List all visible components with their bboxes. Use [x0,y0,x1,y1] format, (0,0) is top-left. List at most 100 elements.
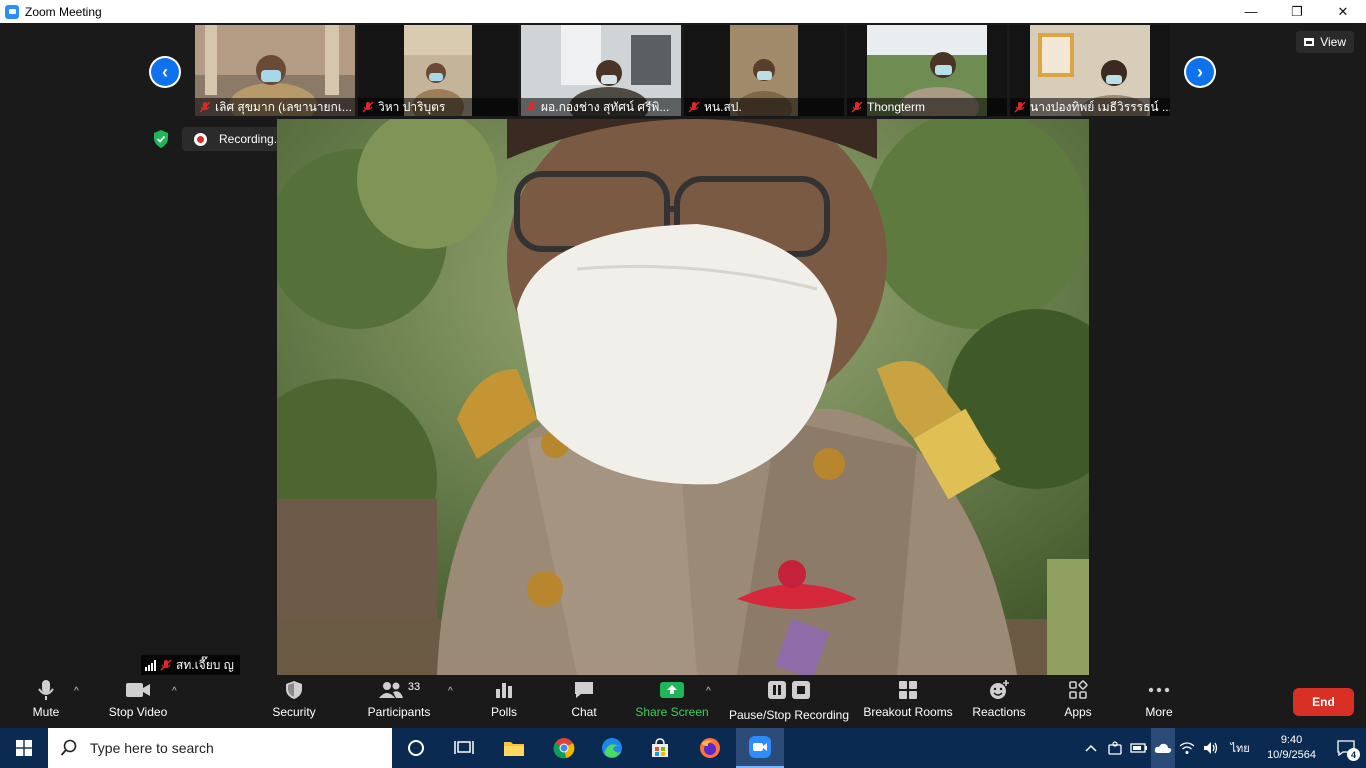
pause-icon [768,681,786,699]
task-view-icon [454,741,474,754]
end-meeting-button[interactable]: End [1293,688,1354,716]
restore-button[interactable]: ❐ [1274,0,1320,23]
pause-stop-recording-button[interactable]: Pause/Stop Recording [728,675,850,728]
task-view-button[interactable] [440,728,488,768]
audio-options-caret-icon[interactable]: ^ [74,686,79,697]
share-screen-icon [660,682,684,698]
next-page-button[interactable]: › [1184,56,1216,88]
chevron-left-icon: ‹ [151,58,179,86]
view-button[interactable]: View [1296,31,1354,53]
chat-label: Chat [571,705,597,719]
title-bar: Zoom Meeting — ❐ ✕ [0,0,1366,23]
mic-muted-icon [362,101,374,113]
battery-icon[interactable] [1127,728,1151,768]
more-dots-icon [1148,687,1170,693]
previous-page-button[interactable]: ‹ [149,56,181,88]
encryption-shield-icon[interactable] [152,129,170,149]
meeting-toolbar: Mute ^ Stop Video ^ Security 33 Particip… [0,675,1366,728]
share-screen-label: Share Screen [635,705,709,719]
breakout-rooms-icon [899,681,917,699]
participant-thumbnail[interactable]: วิหา ปาริบุตร [358,25,518,116]
participants-options-caret-icon[interactable]: ^ [448,686,453,697]
reactions-button[interactable]: Reactions [970,675,1028,728]
window-title: Zoom Meeting [25,4,102,19]
connection-signal-icon [145,659,156,671]
apps-button[interactable]: Apps [1058,675,1098,728]
meet-now-icon[interactable] [1103,728,1127,768]
breakout-rooms-button[interactable]: Breakout Rooms [862,675,954,728]
show-hidden-icons-chevron-icon[interactable] [1079,728,1103,768]
participants-button[interactable]: 33 Participants [364,675,434,728]
mute-button[interactable]: Mute [20,675,72,728]
polls-label: Polls [490,705,517,719]
security-button[interactable]: Security [266,675,322,728]
mic-muted-icon [688,101,700,113]
polls-button[interactable]: Polls [484,675,524,728]
security-label: Security [272,705,316,719]
apps-label: Apps [1064,705,1092,719]
participant-thumbnail[interactable]: นางปองทิพย์ เมธีวิรรรธน์ ... [1010,25,1170,116]
folder-icon [504,742,524,756]
taskbar-clock[interactable]: 9:40 10/9/2564 [1267,733,1316,763]
active-speaker-video [277,119,1089,675]
chat-button[interactable]: Chat [564,675,604,728]
stop-video-button[interactable]: Stop Video [104,675,172,728]
window-controls: — ❐ ✕ [1228,0,1366,23]
reactions-label: Reactions [972,705,1026,719]
zoom-app-icon [5,4,19,19]
mute-label: Mute [32,705,60,719]
share-screen-button[interactable]: Share Screen [635,675,709,728]
store-button[interactable] [636,728,684,768]
polls-icon [496,683,512,698]
zoom-icon [749,736,771,758]
close-button[interactable]: ✕ [1320,0,1366,23]
chrome-button[interactable] [540,728,588,768]
taskbar-search-box[interactable]: Type here to search [48,728,392,768]
participant-thumbnail[interactable]: Thongterm [847,25,1007,116]
participant-name: Thongterm [847,98,1007,116]
firefox-icon [700,738,720,758]
participant-name: เลิศ สุขมาก (เลขานายกเ... [195,98,355,116]
stop-icon [792,681,810,699]
mic-muted-icon [160,659,172,671]
minimize-button[interactable]: — [1228,0,1274,23]
video-options-caret-icon[interactable]: ^ [172,686,177,697]
edge-button[interactable] [588,728,636,768]
chrome-icon [553,738,575,759]
pause-recording-label: Pause/Stop Recording [728,708,850,722]
participant-thumbnail[interactable]: ผอ.กองช่าง สุทัศน์ ศรีพิ... [521,25,681,116]
more-button[interactable]: More [1138,675,1180,728]
volume-icon[interactable] [1199,728,1223,768]
apps-icon [1069,680,1088,699]
participants-icon [378,682,403,698]
participants-label: Participants [367,705,431,719]
file-explorer-button[interactable] [490,728,538,768]
input-language[interactable]: ไทย [1223,728,1257,768]
speaker-name: สท.เจี๊ยบ ญ [176,657,234,672]
firefox-button[interactable] [686,728,734,768]
participant-name: ผอ.กองช่าง สุทัศน์ ศรีพิ... [521,98,681,116]
view-label: View [1320,35,1346,49]
wifi-icon[interactable] [1175,728,1199,768]
smiley-icon [990,680,1009,699]
clock-date: 10/9/2564 [1267,749,1316,761]
share-options-caret-icon[interactable]: ^ [706,686,711,697]
participant-thumbnail[interactable]: หน.สป. [684,25,844,116]
windows-logo-icon [16,740,32,756]
system-tray: ไทย 9:40 10/9/2564 4 [1079,728,1366,768]
shield-icon [286,681,302,699]
recording-dot-icon [194,132,207,146]
notifications-button[interactable]: 4 [1326,728,1366,768]
cortana-button[interactable] [392,728,440,768]
onedrive-cloud-icon[interactable] [1151,728,1176,768]
cortana-circle-icon [408,740,424,756]
search-placeholder: Type here to search [90,740,214,756]
mic-muted-icon [851,101,863,113]
edge-icon [602,738,622,758]
windows-taskbar: Type here to search ไทย 9:40 10/9/2564 4 [0,728,1366,768]
zoom-taskbar-button[interactable] [736,728,784,768]
start-button[interactable] [0,728,48,768]
participant-thumbnail[interactable]: เลิศ สุขมาก (เลขานายกเ... [195,25,355,116]
participant-name: หน.สป. [684,98,844,116]
view-grid-icon [1304,38,1315,46]
